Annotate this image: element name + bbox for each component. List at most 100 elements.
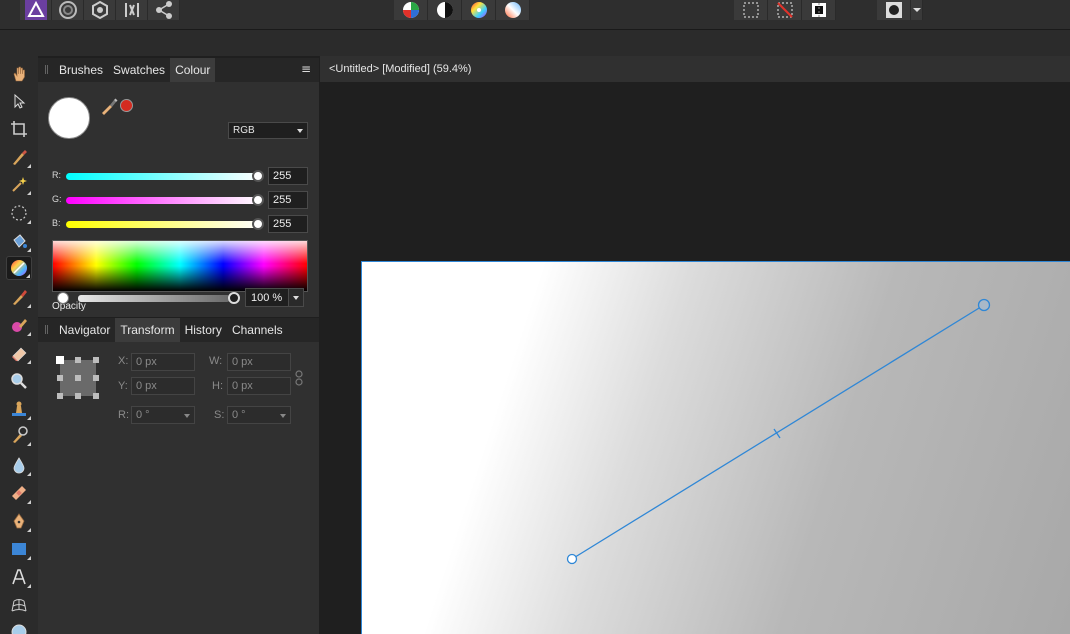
colour-panel-tabs: || Brushes Swatches Colour ≡: [38, 58, 319, 82]
anchor-top-left[interactable]: [56, 356, 64, 364]
clone-tool-icon[interactable]: [6, 397, 32, 421]
healing-brush-icon[interactable]: [6, 481, 32, 505]
h-label: H:: [212, 380, 223, 392]
dodge-brush-icon[interactable]: [6, 423, 32, 447]
invert-selection-icon[interactable]: [802, 0, 836, 20]
blur-brush-icon[interactable]: [6, 453, 32, 477]
link-icon[interactable]: [295, 370, 303, 389]
anchor-bottom-right[interactable]: [93, 393, 99, 399]
erase-brush-icon[interactable]: [6, 341, 32, 365]
rotation-field[interactable]: 0 °: [131, 406, 195, 424]
tools-panel: [0, 56, 38, 634]
gradient-line[interactable]: [571, 304, 985, 560]
tone-mapping-persona-icon[interactable]: [116, 0, 148, 20]
document-canvas[interactable]: [361, 261, 1070, 634]
flood-select-icon[interactable]: [6, 172, 32, 196]
secondary-colour-swatch[interactable]: [120, 99, 133, 112]
w-field[interactable]: 0 px: [227, 353, 291, 371]
gradient-end-handle[interactable]: [977, 298, 991, 312]
anchor-middle-left[interactable]: [57, 375, 63, 381]
opacity-slider-track[interactable]: [78, 295, 230, 302]
auto-colour-icon[interactable]: [462, 0, 496, 20]
tab-transform[interactable]: Transform: [115, 318, 180, 342]
chevron-down-icon: [293, 296, 299, 300]
tab-channels[interactable]: Channels: [227, 318, 288, 342]
selection-brush-icon[interactable]: [6, 145, 32, 169]
anchor-center[interactable]: [75, 375, 81, 381]
tab-swatches[interactable]: Swatches: [108, 58, 170, 82]
red-slider-thumb[interactable]: [252, 170, 264, 182]
w-label: W:: [209, 355, 223, 367]
pen-tool-icon[interactable]: [6, 509, 32, 533]
rectangle-tool-icon[interactable]: [6, 537, 32, 561]
x-label: X:: [118, 355, 129, 367]
marquee-selection-icon[interactable]: [734, 0, 768, 20]
auto-white-balance-icon[interactable]: [496, 0, 530, 20]
photo-persona-icon[interactable]: [20, 0, 52, 20]
opacity-dropdown-button[interactable]: [288, 288, 304, 307]
anchor-bottom-left[interactable]: [57, 393, 63, 399]
document-tab-title[interactable]: <Untitled> [Modified] (59.4%): [329, 63, 471, 75]
mesh-warp-icon[interactable]: [6, 593, 32, 617]
blue-slider-track[interactable]: [66, 221, 260, 228]
crop-tool-icon[interactable]: [6, 117, 32, 141]
transform-panel: || Navigator Transform History Channels …: [38, 318, 319, 634]
blue-value-field[interactable]: 255: [268, 215, 308, 233]
blue-slider-row: B: 255: [52, 215, 312, 233]
colour-panel: || Brushes Swatches Colour ≡ RGB R: 255 …: [38, 58, 319, 317]
quick-mask-icon[interactable]: [877, 0, 911, 20]
paint-brush-icon[interactable]: [6, 285, 32, 309]
auto-levels-icon[interactable]: [394, 0, 428, 20]
panel-grip-icon[interactable]: ||: [38, 318, 54, 342]
panel-menu-icon[interactable]: ≡: [301, 62, 311, 76]
anchor-middle-right[interactable]: [93, 375, 99, 381]
tab-brushes[interactable]: Brushes: [54, 58, 108, 82]
s-label: S:: [214, 409, 225, 421]
opacity-slider-thumb[interactable]: [228, 292, 240, 304]
anchor-top-right[interactable]: [93, 357, 99, 363]
tab-history[interactable]: History: [180, 318, 227, 342]
zoom-tool-icon[interactable]: [6, 369, 32, 393]
marquee-tool-icon[interactable]: [6, 201, 32, 225]
colour-replacement-icon[interactable]: [6, 313, 32, 337]
liquify-persona-icon[interactable]: [52, 0, 84, 20]
x-field[interactable]: 0 px: [131, 353, 195, 371]
move-tool-icon[interactable]: [6, 89, 32, 113]
context-toolbar: [0, 30, 1070, 56]
green-slider-thumb[interactable]: [252, 194, 264, 206]
tab-colour[interactable]: Colour: [170, 58, 216, 82]
develop-persona-icon[interactable]: [84, 0, 116, 20]
tab-navigator[interactable]: Navigator: [54, 318, 115, 342]
red-slider-row: R: 255: [52, 167, 312, 185]
export-persona-icon[interactable]: [148, 0, 180, 20]
anchor-top-center[interactable]: [75, 357, 81, 363]
colour-picker-icon[interactable]: [100, 97, 118, 118]
colour-panel-body: RGB R: 255 G: 255 B: 255 Opacity: [38, 82, 319, 312]
document-tab-bar: <Untitled> [Modified] (59.4%): [320, 56, 1070, 82]
red-eye-icon[interactable]: [6, 619, 32, 634]
red-value-field[interactable]: 255: [268, 167, 308, 185]
blue-slider-thumb[interactable]: [252, 218, 264, 230]
green-value-field[interactable]: 255: [268, 191, 308, 209]
text-tool-icon[interactable]: [6, 565, 32, 589]
h-field[interactable]: 0 px: [227, 377, 291, 395]
panel-grip-icon[interactable]: ||: [38, 58, 54, 82]
anchor-bottom-center[interactable]: [75, 393, 81, 399]
flood-fill-icon[interactable]: [6, 229, 32, 253]
r-label: R:: [118, 409, 129, 421]
y-field[interactable]: 0 px: [131, 377, 195, 395]
auto-contrast-icon[interactable]: [428, 0, 462, 20]
no-selection-icon[interactable]: [768, 0, 802, 20]
green-slider-row: G: 255: [52, 191, 312, 209]
primary-colour-swatch[interactable]: [48, 97, 90, 139]
shear-field[interactable]: 0 °: [227, 406, 291, 424]
green-slider-track[interactable]: [66, 197, 260, 204]
opacity-value-field[interactable]: 100 %: [245, 288, 291, 307]
view-tool-icon[interactable]: [6, 62, 32, 86]
chevron-down-icon[interactable]: [911, 0, 923, 20]
red-slider-track[interactable]: [66, 173, 260, 180]
gradient-start-handle[interactable]: [566, 553, 578, 565]
gradient-tool-icon[interactable]: [6, 256, 32, 280]
colour-model-select[interactable]: RGB: [228, 122, 308, 139]
anchor-point-selector[interactable]: [56, 356, 99, 399]
